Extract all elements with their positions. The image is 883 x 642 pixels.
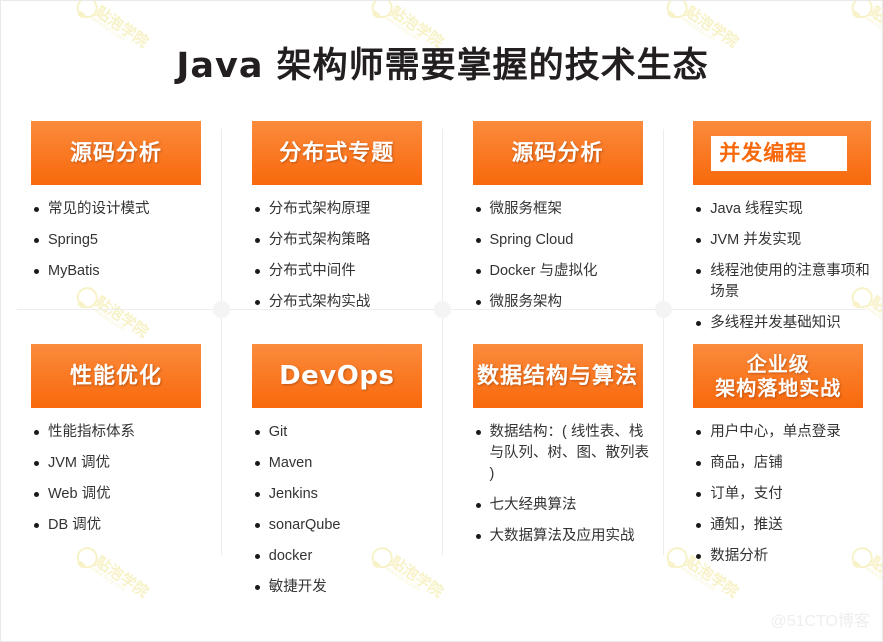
card-item-list: 用户中心，单点登录 商品，店铺订单，支付通知，推送数据分析: [693, 422, 874, 567]
watermark-text-secondary: www.bzxy.com: [679, 15, 716, 43]
card-list-item: 线程池使用的注意事项和场景: [695, 261, 874, 303]
topic-card[interactable]: 性能优化性能指标体系 JVM 调优 Web 调优 DB 调优: [1, 344, 222, 536]
card-list-item: Git: [254, 422, 433, 443]
card-header: 源码分析: [31, 121, 201, 185]
card-list-item: 七大经典算法: [475, 495, 654, 516]
topic-card[interactable]: 分布式专题分布式架构原理 分布式架构策略 分布式中间件 分布式架构实战: [222, 121, 443, 313]
card-list-item: 商品，店铺: [695, 453, 874, 474]
card-column: 源码分析常见的设计模式 Spring5 MyBatis: [1, 121, 222, 344]
card-list-item: DB 调优: [33, 515, 212, 536]
card-list-item: 敏捷开发: [254, 577, 433, 598]
lightbulb-icon: [367, 1, 397, 23]
card-item-list: Git Maven Jenkins sonarQube docker 敏捷开发: [252, 422, 433, 598]
card-title: 企业级 架构落地实战: [715, 352, 842, 400]
card-header: 数据结构与算法: [472, 344, 643, 408]
card-header: 并发编程: [693, 121, 872, 185]
watermark-text-secondary: www.bzxy.com: [384, 15, 421, 43]
card-list-item: sonarQube: [254, 515, 433, 536]
card-column: 数据结构与算法数据结构：( 线性表、栈与队列、树、图、散列表 ) 七大经典算法 大数…: [443, 344, 664, 608]
card-header: 性能优化: [31, 344, 201, 408]
topic-card[interactable]: 源码分析常见的设计模式 Spring5 MyBatis: [1, 121, 222, 282]
card-list-item: 数据结构：( 线性表、栈与队列、树、图、散列表 ): [475, 422, 654, 485]
card-item-list: 微服务框架 Spring Cloud Docker 与虚拟化 微服务架构: [473, 199, 654, 313]
footer-credit: @51CTO博客: [770, 613, 870, 630]
card-list-item: JVM 调优: [33, 453, 212, 474]
card-item-list: Java 线程实现 JVM 并发实现线程池使用的注意事项和场景多线程并发基础知识: [693, 199, 874, 334]
card-list-item: 微服务框架: [475, 199, 654, 220]
card-row: 性能优化性能指标体系 JVM 调优 Web 调优 DB 调优 DevOps Git Mave…: [1, 344, 882, 608]
infographic-page: 贴泡学院 www.bzxy.com 贴泡学院 www.bzxy.com 贴泡学院 www.…: [0, 0, 883, 642]
card-header: 分布式专题: [251, 121, 422, 185]
divider-node: [213, 301, 230, 318]
card-list-item: Docker 与虚拟化: [475, 261, 654, 282]
card-list-item: Java 线程实现: [695, 199, 874, 220]
page-title: Java 架构师需要掌握的技术生态: [176, 46, 709, 86]
topic-card[interactable]: 数据结构与算法数据结构：( 线性表、栈与队列、树、图、散列表 ) 七大经典算法 大数…: [443, 344, 664, 547]
card-column: 企业级 架构落地实战用户中心，单点登录 商品，店铺订单，支付通知，推送数据分析: [663, 344, 882, 608]
card-list-item: Web 调优: [33, 484, 212, 505]
card-title: 数据结构与算法: [476, 363, 638, 389]
watermark-text-secondary: www.bzxy.com: [89, 15, 126, 43]
card-title: 并发编程: [719, 140, 808, 165]
card-list-item: Spring5: [33, 230, 212, 251]
card-list-item: Spring Cloud: [475, 230, 654, 251]
card-title-highlight-box: 并发编程: [711, 135, 848, 171]
card-header: 企业级 架构落地实战: [693, 344, 864, 408]
card-list-item: Jenkins: [254, 484, 433, 505]
card-column: 并发编程 Java 线程实现 JVM 并发实现线程池使用的注意事项和场景多线程并发基…: [663, 121, 882, 344]
card-column: 分布式专题分布式架构原理 分布式架构策略 分布式中间件 分布式架构实战: [222, 121, 443, 344]
topic-card[interactable]: DevOps Git Maven Jenkins sonarQube docker 敏捷开发: [222, 344, 443, 598]
card-list-item: 多线程并发基础知识: [695, 313, 874, 334]
watermark-text-secondary: www.bzxy.com: [864, 15, 883, 43]
card-list-item: 分布式中间件: [254, 261, 433, 282]
card-list-item: 分布式架构策略: [254, 230, 433, 251]
card-column: 性能优化性能指标体系 JVM 调优 Web 调优 DB 调优: [1, 344, 222, 608]
card-header: DevOps: [251, 344, 422, 408]
lightbulb-icon: [72, 1, 102, 23]
card-item-list: 常见的设计模式 Spring5 MyBatis: [31, 199, 212, 282]
card-list-item: Maven: [254, 453, 433, 474]
card-list-item: MyBatis: [33, 261, 212, 282]
card-list-item: docker: [254, 546, 433, 567]
card-item-list: 数据结构：( 线性表、栈与队列、树、图、散列表 ) 七大经典算法 大数据算法及应用实…: [473, 422, 654, 547]
card-title: 源码分析: [69, 140, 162, 166]
card-list-item: 大数据算法及应用实战: [475, 526, 654, 547]
card-list-item: 性能指标体系: [33, 422, 212, 443]
card-title: 源码分析: [511, 140, 604, 166]
lightbulb-icon: [847, 1, 877, 23]
card-grid: 源码分析常见的设计模式 Spring5 MyBatis 分布式专题分布式架构原理 分布式…: [1, 121, 882, 608]
card-list-item: 用户中心，单点登录: [695, 422, 874, 443]
card-list-item: 分布式架构原理: [254, 199, 433, 220]
card-column: DevOps Git Maven Jenkins sonarQube docker 敏捷开发: [222, 344, 443, 608]
card-title: 性能优化: [69, 363, 162, 389]
page-title-block: Java 架构师需要掌握的技术生态: [1, 45, 882, 87]
card-list-item: 订单，支付: [695, 484, 874, 505]
card-item-list: 性能指标体系 JVM 调优 Web 调优 DB 调优: [31, 422, 212, 536]
card-header: 源码分析: [472, 121, 643, 185]
divider-node: [655, 301, 672, 318]
card-list-item: JVM 并发实现: [695, 230, 874, 251]
lightbulb-icon: [662, 1, 692, 23]
card-title: DevOps: [279, 360, 395, 391]
topic-card[interactable]: 并发编程 Java 线程实现 JVM 并发实现线程池使用的注意事项和场景多线程并发基…: [663, 121, 882, 334]
card-list-item: 数据分析: [695, 546, 874, 567]
card-list-item: 通知，推送: [695, 515, 874, 536]
card-list-item: 常见的设计模式: [33, 199, 212, 220]
card-list-item: 微服务架构: [475, 292, 654, 313]
topic-card[interactable]: 源码分析微服务框架 Spring Cloud Docker 与虚拟化 微服务架构: [443, 121, 664, 313]
card-list-item: 分布式架构实战: [254, 292, 433, 313]
topic-card[interactable]: 企业级 架构落地实战用户中心，单点登录 商品，店铺订单，支付通知，推送数据分析: [663, 344, 882, 567]
divider-node: [434, 301, 451, 318]
card-column: 源码分析微服务框架 Spring Cloud Docker 与虚拟化 微服务架构: [443, 121, 664, 344]
card-item-list: 分布式架构原理 分布式架构策略 分布式中间件 分布式架构实战: [252, 199, 433, 313]
card-title: 分布式专题: [279, 140, 395, 166]
